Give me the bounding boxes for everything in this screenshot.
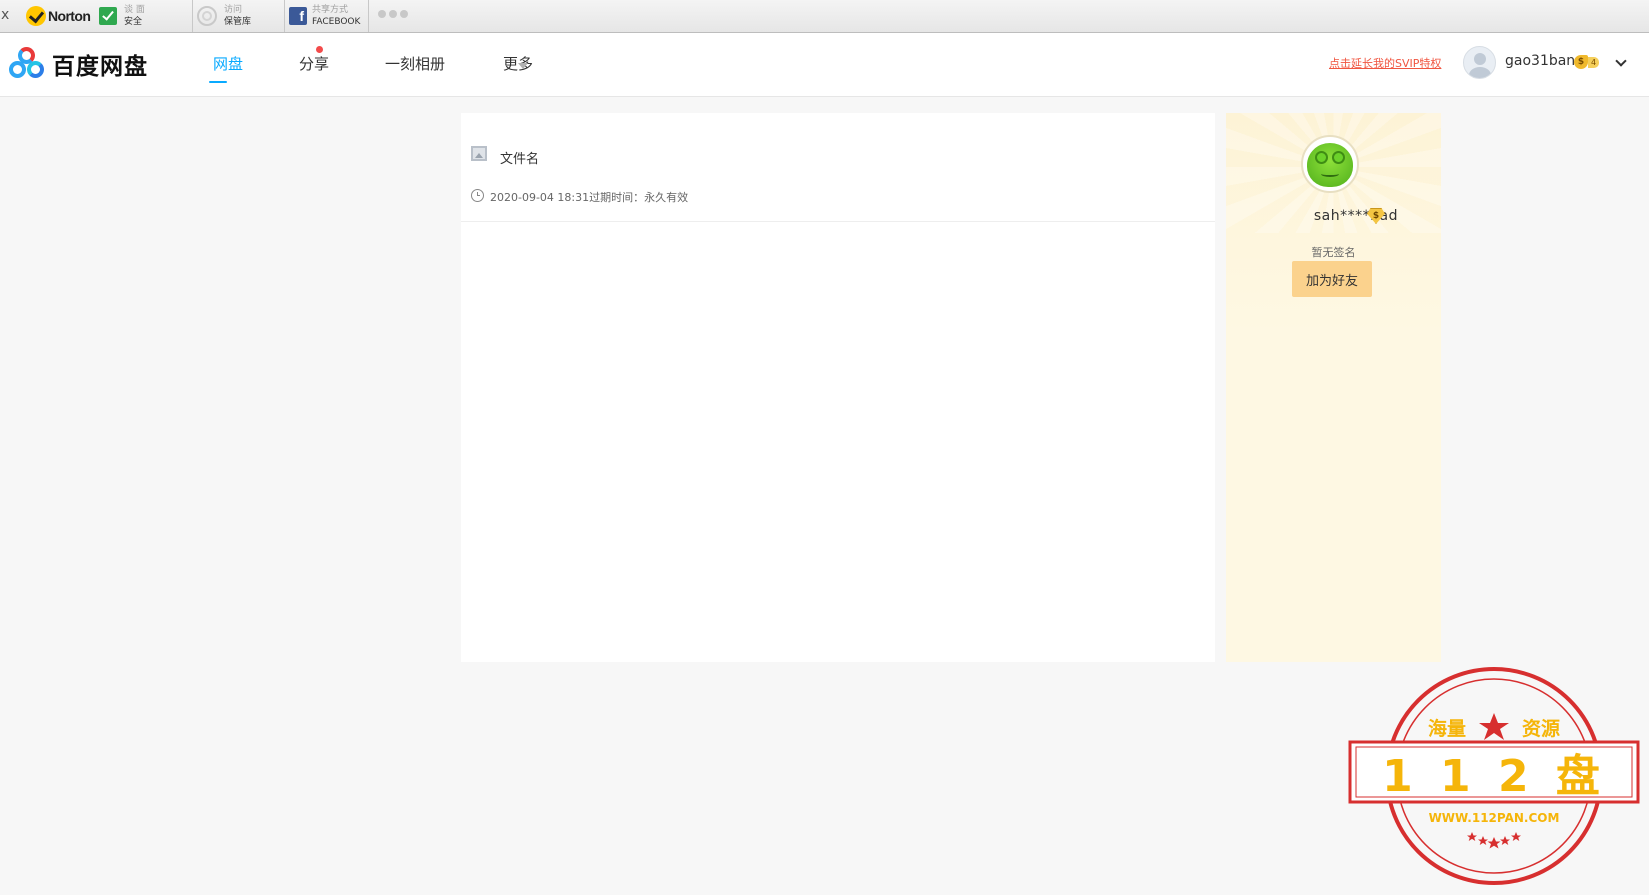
nav-share[interactable]: 分享: [299, 53, 329, 74]
add-friend-button[interactable]: 加为好友: [1292, 261, 1372, 297]
stamp-top-right: 资源: [1522, 717, 1560, 740]
facebook-share[interactable]: f 共享方式 FACEBOOK: [289, 3, 360, 29]
vault-access[interactable]: 访问 保管库: [197, 3, 251, 29]
svip-renew-link[interactable]: 点击延长我的SVIP特权: [1329, 55, 1441, 71]
shared-file-panel: 文件名 2020-09-04 18:31过期时间：永久有效: [461, 113, 1215, 662]
netdisk-logo-icon: [8, 47, 46, 81]
nav-active-indicator: [209, 81, 227, 83]
safe-status-top: 谈 面: [124, 5, 145, 15]
vip-level-badge: $ 4: [1574, 55, 1600, 69]
checkmark-icon: [99, 7, 117, 25]
chevron-down-icon[interactable]: [1615, 55, 1627, 67]
nav-album[interactable]: 一刻相册: [385, 53, 445, 74]
caret-down-icon[interactable]: [518, 63, 528, 69]
toolbar-divider: [368, 0, 369, 32]
safe-web-status[interactable]: 谈 面 安全: [99, 3, 145, 29]
norton-logo[interactable]: Norton: [26, 5, 91, 27]
share-top: 共享方式: [312, 5, 349, 15]
norton-check-icon: [26, 6, 46, 26]
more-options-icon[interactable]: [378, 10, 408, 18]
logo-text: 百度网盘: [52, 54, 148, 80]
vault-icon: [197, 6, 217, 26]
site-header: 百度网盘 网盘 分享 一刻相册 更多 点击延长我的SVIP特权 gao31ban…: [0, 33, 1649, 97]
user-avatar[interactable]: [1463, 46, 1496, 79]
divider: [461, 221, 1215, 222]
notification-dot: [316, 46, 323, 53]
baidu-netdisk-logo[interactable]: 百度网盘: [8, 47, 148, 81]
watermark-stamp: 海量 资源 1 1 2 盘 WWW.112PAN.COM: [1348, 667, 1640, 885]
clock-icon: [471, 189, 484, 202]
stamp-top-left: 海量: [1428, 717, 1466, 740]
share-bottom: FACEBOOK: [312, 17, 361, 27]
toolbar-close-button[interactable]: x: [1, 7, 9, 23]
share-time-expiry: 2020-09-04 18:31过期时间：永久有效: [490, 191, 689, 204]
stamp-url: WWW.112PAN.COM: [1429, 811, 1560, 825]
toolbar-divider: [192, 0, 193, 32]
sharer-signature: 暂无签名: [1311, 246, 1356, 259]
star-icon: [1479, 713, 1509, 740]
vault-top: 访问: [224, 5, 243, 15]
toolbar-divider: [284, 0, 285, 32]
username[interactable]: gao31ban: [1505, 53, 1575, 69]
file-name[interactable]: 文件名: [500, 148, 539, 167]
sharer-profile-card: sah****bad $ 暂无签名 加为好友: [1226, 113, 1441, 662]
image-file-icon: [471, 146, 487, 161]
browser-extension-toolbar: x Norton 谈 面 安全 访问 保管库 f 共享方式 FACEBOOK: [0, 0, 1649, 33]
frog-avatar-icon: [1307, 143, 1353, 187]
vip-level: 4: [1588, 56, 1600, 68]
vip-gem-icon: $: [1574, 55, 1588, 69]
sharer-avatar[interactable]: [1301, 135, 1359, 193]
stamp-stars-icon: [1467, 832, 1521, 849]
stamp-main: 1 1 2 盘: [1382, 751, 1606, 802]
nav-netdisk[interactable]: 网盘: [213, 53, 243, 74]
vault-bottom: 保管库: [224, 17, 252, 27]
safe-status-bottom: 安全: [124, 17, 143, 27]
facebook-icon: f: [289, 7, 307, 25]
norton-brand: Norton: [48, 8, 91, 24]
